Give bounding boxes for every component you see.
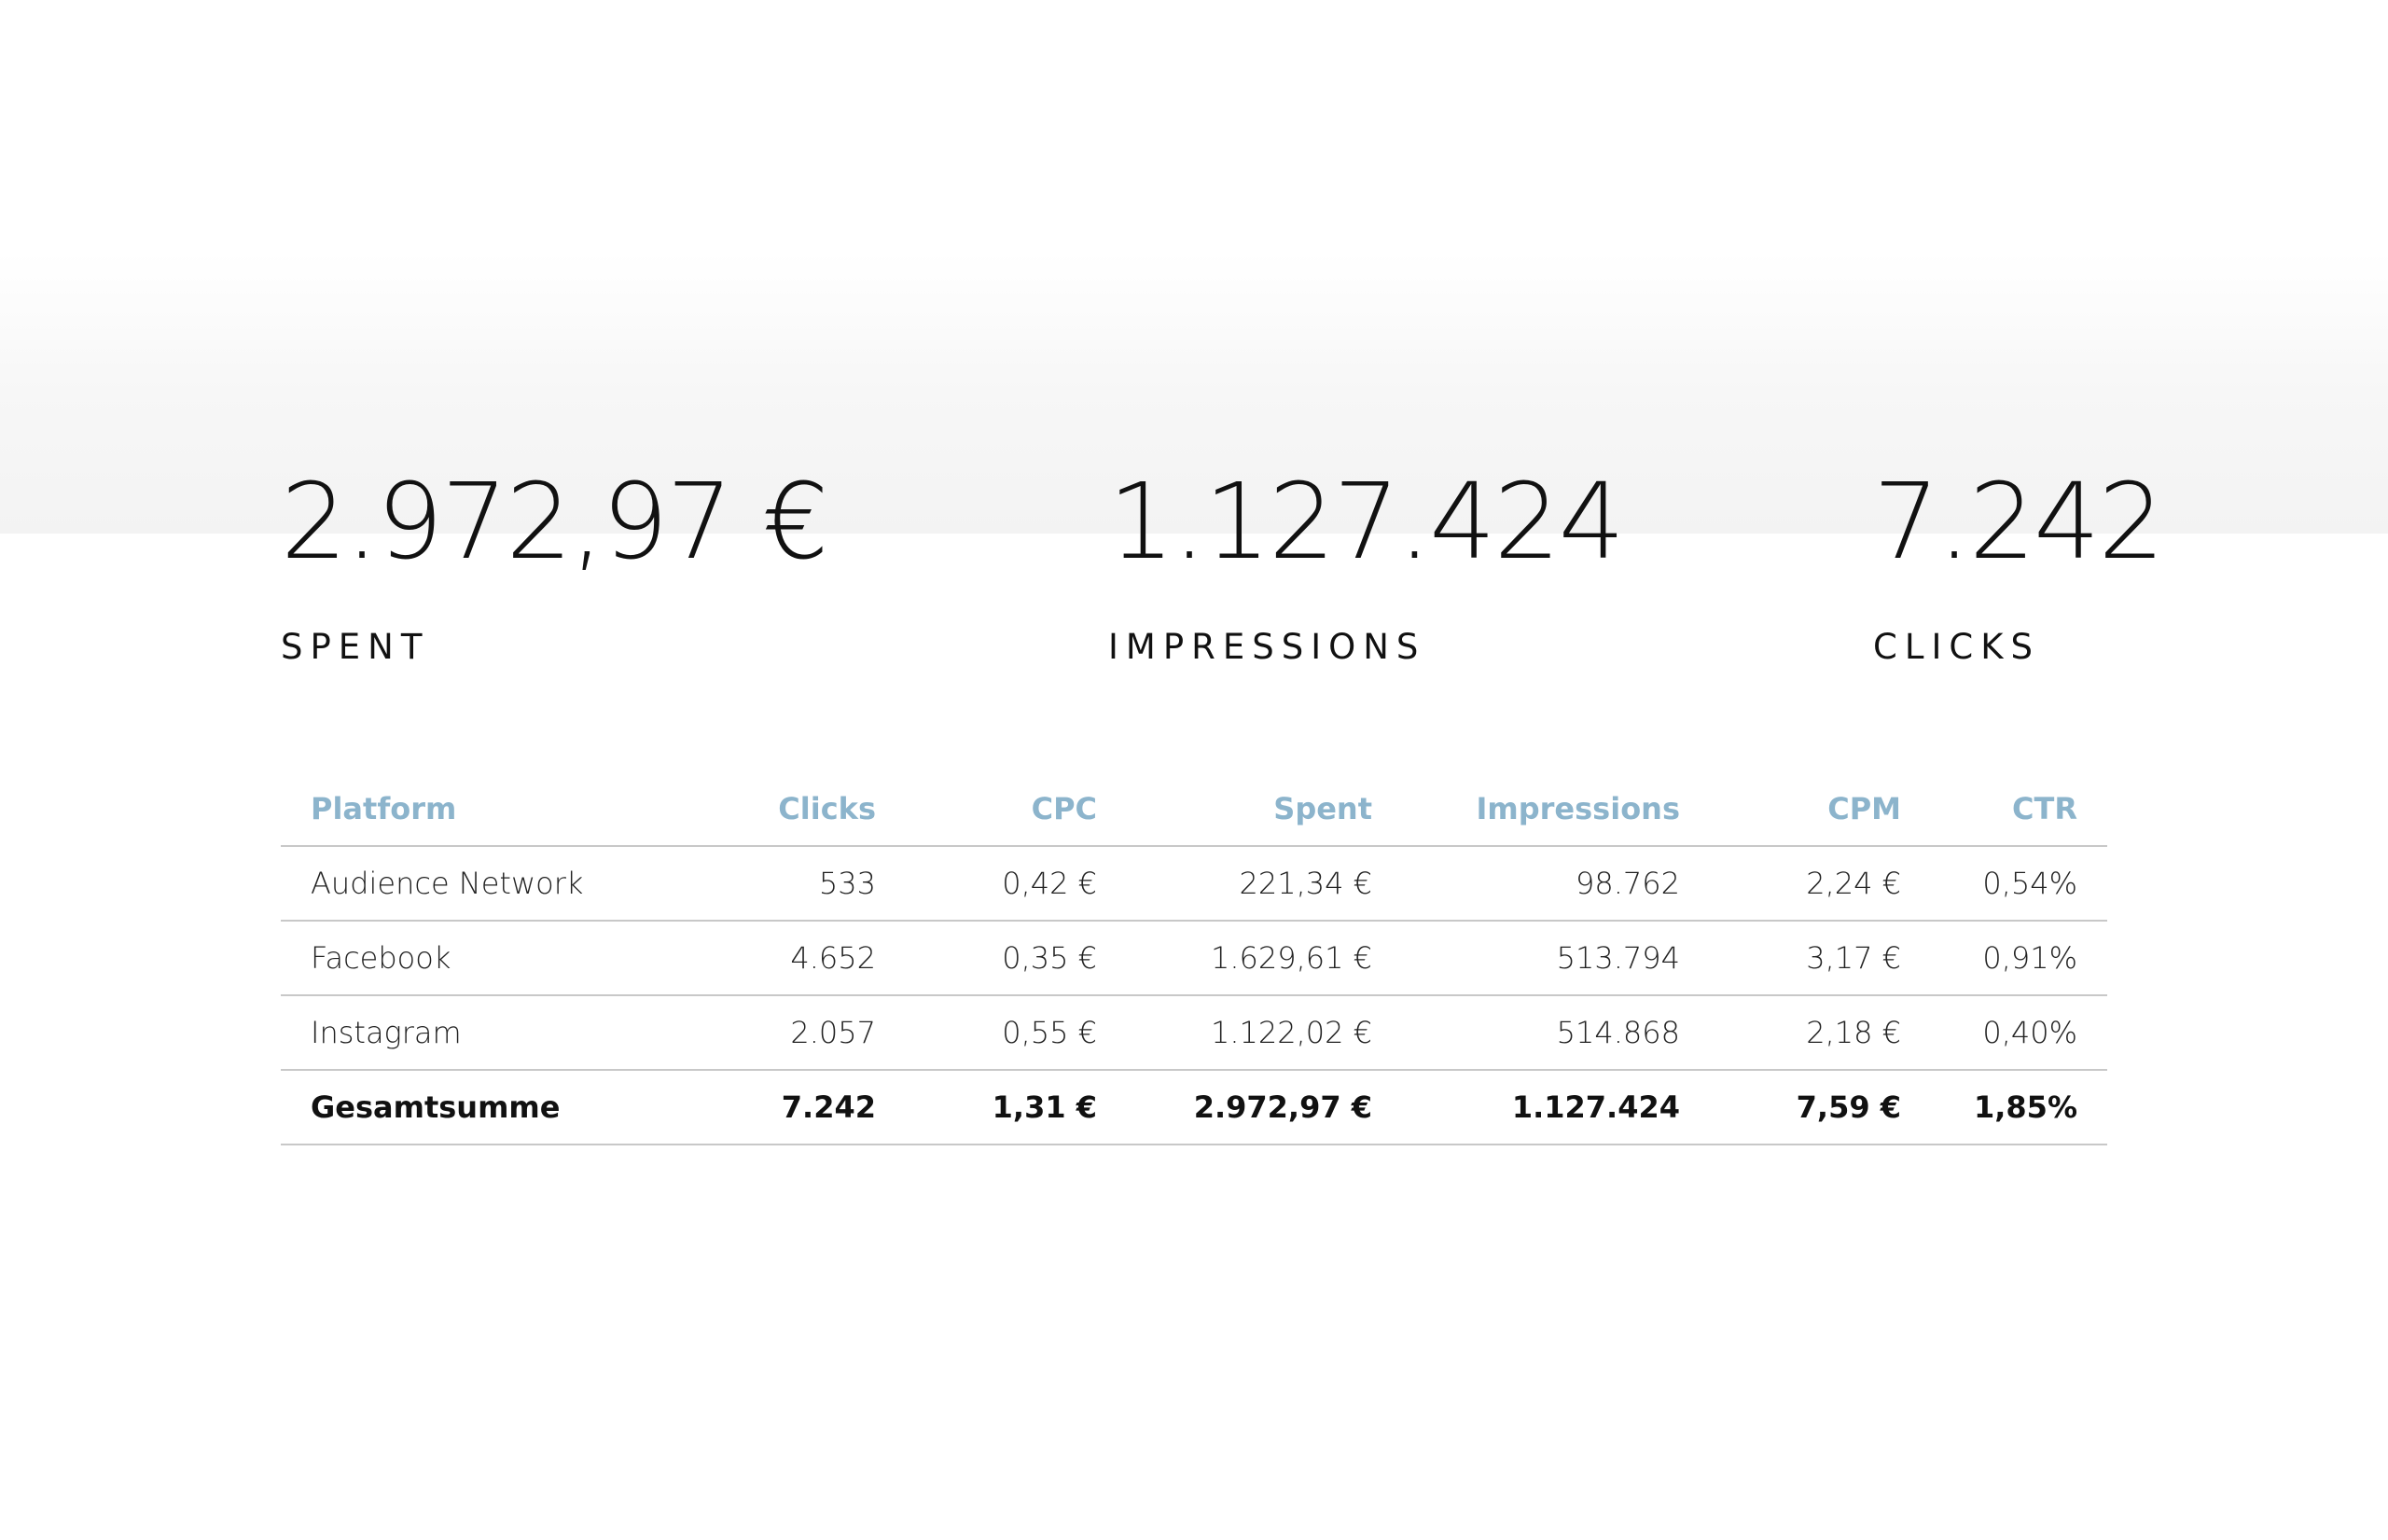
kpi-spent-label: SPENT [281,627,430,667]
kpi-section: 2.972,97 € SPENT 1.127.424 IMPRESSIONS 7… [0,0,2388,709]
total-ctr: 1,85% [1931,1070,2107,1145]
cell-ctr: 0,54% [1931,846,2107,922]
report-page: 2.972,97 € SPENT 1.127.424 IMPRESSIONS 7… [0,0,2388,1540]
cell-platform: Facebook [281,921,673,996]
cell-spent: 221,34 € [1127,846,1402,922]
total-clicks: 7.242 [673,1070,906,1145]
table-header-row: Platform Clicks CPC Spent Impressions CP… [281,772,2107,847]
table-total-row: Gesamtsumme 7.242 1,31 € 2.972,97 € 1.12… [281,1070,2107,1145]
table-row: Instagram 2.057 0,55 € 1.122,02 € 514.86… [281,995,2107,1071]
cell-cpm: 2,24 € [1710,846,1931,922]
kpi-clicks-value: 7.242 [1873,462,2165,583]
total-cpm: 7,59 € [1710,1070,1931,1145]
kpi-clicks: 7.242 CLICKS [1873,452,2165,671]
table-row: Audience Network 533 0,42 € 221,34 € 98.… [281,846,2107,922]
cell-clicks: 4.652 [673,921,906,996]
kpi-clicks-label: CLICKS [1873,627,2040,667]
cell-ctr: 0,91% [1931,921,2107,996]
kpi-impressions: 1.127.424 IMPRESSIONS [1108,452,1625,671]
cell-cpc: 0,35 € [906,921,1127,996]
kpi-impressions-label: IMPRESSIONS [1108,627,1426,667]
cell-impressions: 514.868 [1402,995,1710,1071]
column-header-impressions: Impressions [1402,772,1710,847]
cell-impressions: 98.762 [1402,846,1710,922]
cell-cpc: 0,55 € [906,995,1127,1071]
column-header-ctr: CTR [1931,772,2107,847]
column-header-cpc: CPC [906,772,1127,847]
total-label: Gesamtsumme [281,1070,673,1145]
column-header-platform: Platform [281,772,673,847]
cell-spent: 1.629,61 € [1127,921,1402,996]
cell-cpc: 0,42 € [906,846,1127,922]
kpi-spent: 2.972,97 € SPENT [281,452,829,671]
cell-clicks: 2.057 [673,995,906,1071]
cell-cpm: 2,18 € [1710,995,1931,1071]
table-row: Facebook 4.652 0,35 € 1.629,61 € 513.794… [281,921,2107,996]
cell-impressions: 513.794 [1402,921,1710,996]
cell-cpm: 3,17 € [1710,921,1931,996]
cell-ctr: 0,40% [1931,995,2107,1071]
cell-clicks: 533 [673,846,906,922]
column-header-clicks: Clicks [673,772,906,847]
kpi-spent-value: 2.972,97 € [281,462,829,583]
total-spent: 2.972,97 € [1127,1070,1402,1145]
platform-table-container: Platform Clicks CPC Spent Impressions CP… [281,772,2107,1145]
kpi-impressions-value: 1.127.424 [1108,462,1625,583]
platform-table: Platform Clicks CPC Spent Impressions CP… [281,772,2107,1145]
total-cpc: 1,31 € [906,1070,1127,1145]
column-header-cpm: CPM [1710,772,1931,847]
column-header-spent: Spent [1127,772,1402,847]
cell-platform: Instagram [281,995,673,1071]
cell-spent: 1.122,02 € [1127,995,1402,1071]
total-impressions: 1.127.424 [1402,1070,1710,1145]
cell-platform: Audience Network [281,846,673,922]
